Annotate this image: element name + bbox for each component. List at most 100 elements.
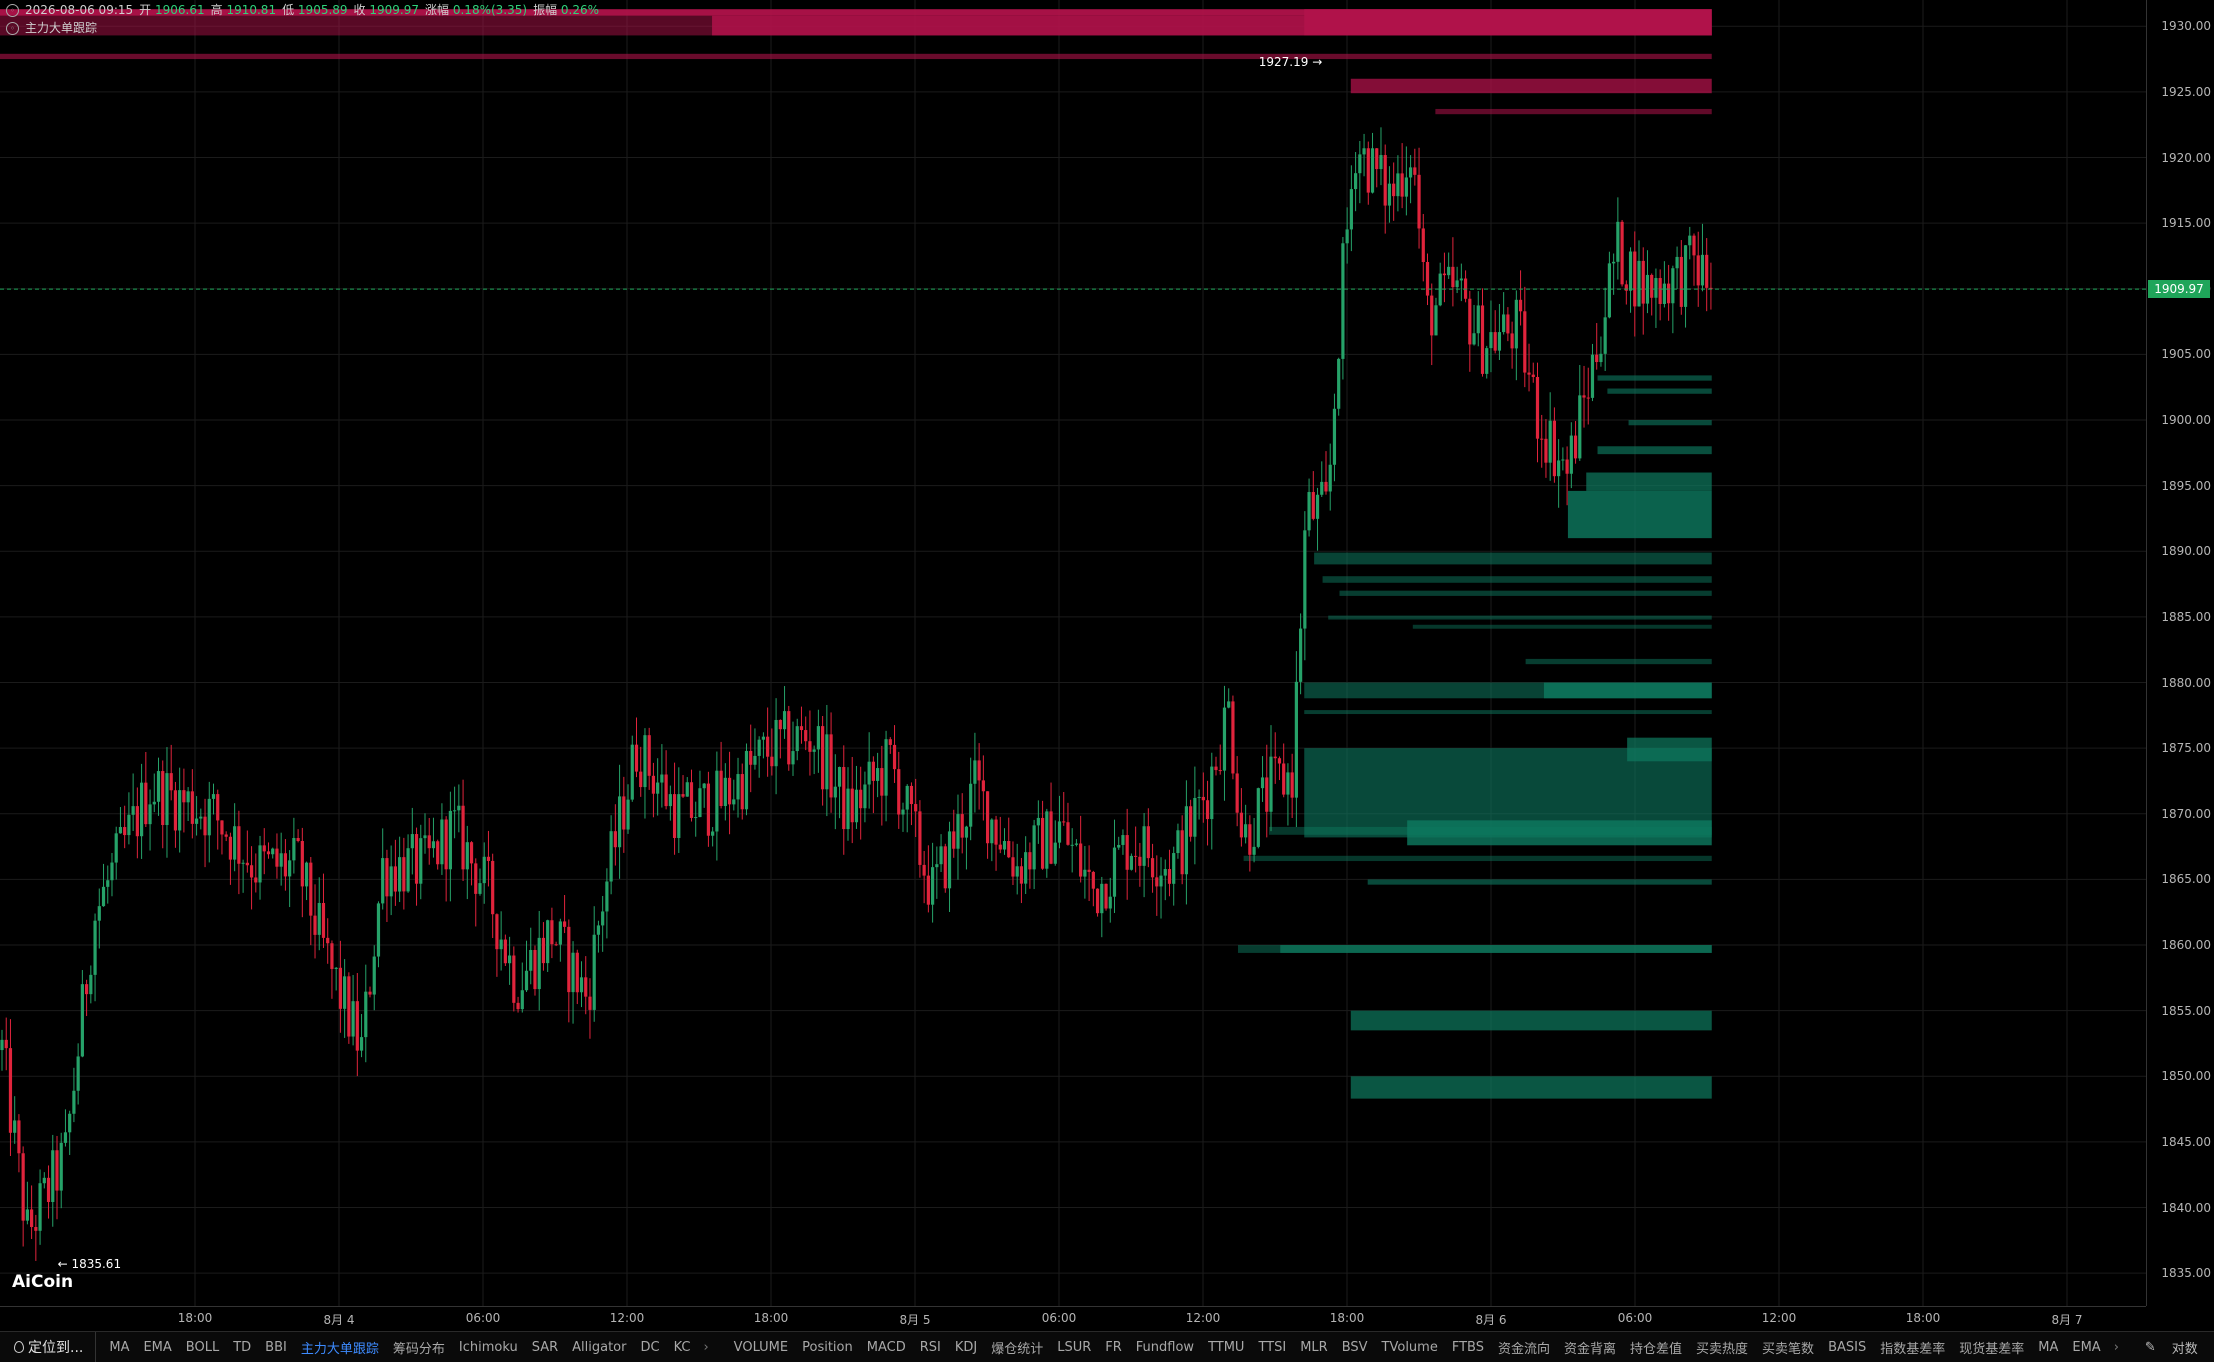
- main-indicator-button[interactable]: BBI: [258, 1340, 294, 1355]
- candlestick-chart[interactable]: [0, 0, 2146, 1306]
- sub-indicator-button[interactable]: MA: [2031, 1340, 2065, 1355]
- main-indicator-button[interactable]: BOLL: [179, 1340, 226, 1355]
- open-value: 1906.61: [154, 3, 205, 17]
- sub-indicator-button[interactable]: RSI: [913, 1340, 948, 1355]
- candle-body: [1599, 353, 1603, 363]
- main-indicator-button[interactable]: KC: [667, 1340, 698, 1355]
- price-axis[interactable]: 1930.001925.001920.001915.001910.001905.…: [2146, 0, 2214, 1306]
- sub-indicator-button[interactable]: VOLUME: [727, 1340, 795, 1355]
- candle-body: [1514, 299, 1518, 349]
- sub-indicator-button[interactable]: 资金背离: [1557, 1338, 1623, 1357]
- candle-body: [579, 977, 584, 993]
- candle-body: [1654, 278, 1658, 298]
- sub-indicator-button[interactable]: BSV: [1335, 1340, 1375, 1355]
- candle-body: [1150, 858, 1155, 878]
- sub-indicator-button[interactable]: 买卖笔数: [1755, 1338, 1821, 1357]
- candle-body: [220, 820, 224, 835]
- candle-body: [68, 1113, 72, 1133]
- time-tick-label: 06:00: [1041, 1311, 1077, 1325]
- candle-body: [770, 756, 774, 767]
- candle-body: [46, 1177, 51, 1203]
- high-label: 高: [210, 3, 223, 17]
- candle-body: [376, 903, 381, 957]
- locate-button[interactable]: 定位到...: [0, 1332, 97, 1362]
- candle-body: [558, 921, 562, 945]
- eye-icon[interactable]: ◦: [6, 21, 19, 35]
- sub-indicator-button[interactable]: EMA: [2065, 1340, 2107, 1355]
- time-axis[interactable]: 18:00 8月 4 06:00 12:00 18:00 8月 5 06:00 12:00 18…: [0, 1306, 2146, 1329]
- main-indicator-button[interactable]: MA: [102, 1340, 136, 1355]
- main-indicator-button[interactable]: 筹码分布: [386, 1338, 452, 1357]
- candle-body: [1434, 305, 1438, 336]
- chart-area[interactable]: ◦ 2026-08-06 09:15 开 1906.61 高 1910.81 低…: [0, 0, 2146, 1306]
- sell-wall: [1435, 108, 1712, 115]
- candle-body: [1057, 821, 1062, 843]
- candle-body: [601, 911, 605, 926]
- price-tick-label: 1885.00: [2161, 609, 2211, 624]
- logo-text: AiCoin: [12, 1272, 74, 1292]
- amplitude-value: 0.26%: [560, 3, 600, 17]
- scale-control-button[interactable]: %: [2206, 1340, 2214, 1355]
- sub-indicator-button[interactable]: LSUR: [1050, 1340, 1098, 1355]
- main-indicator-button[interactable]: TD: [226, 1340, 258, 1355]
- indicator-title[interactable]: 主力大单跟踪: [25, 19, 97, 37]
- candle-body: [359, 1037, 364, 1051]
- scale-control-button[interactable]: 对数: [2164, 1338, 2206, 1357]
- sub-indicator-button[interactable]: BASIS: [1821, 1340, 1873, 1355]
- chevron-right-icon[interactable]: ›: [697, 1340, 714, 1355]
- candle-body: [72, 1090, 76, 1114]
- main-indicator-button[interactable]: SAR: [525, 1340, 565, 1355]
- candle-body: [1362, 148, 1366, 155]
- candle-body: [317, 902, 321, 935]
- time-tick-label: 12:00: [609, 1311, 645, 1325]
- chevron-right-icon[interactable]: ›: [2108, 1340, 2125, 1355]
- price-tick-label: 1930.00: [2161, 19, 2211, 34]
- main-indicator-button[interactable]: 主力大单跟踪: [294, 1338, 386, 1357]
- eye-icon[interactable]: ◦: [6, 3, 19, 17]
- candle-body: [694, 817, 698, 819]
- sub-indicator-button[interactable]: 指数基差率: [1873, 1338, 1952, 1357]
- candle-body: [689, 782, 694, 818]
- candle-body: [854, 789, 859, 823]
- price-tick-label: 1925.00: [2161, 84, 2211, 99]
- sub-indicator-button[interactable]: 买卖热度: [1689, 1338, 1755, 1357]
- candle-body: [393, 866, 397, 892]
- candle-body: [436, 841, 440, 865]
- sub-indicator-button[interactable]: MLR: [1293, 1340, 1335, 1355]
- sub-indicator-button[interactable]: 爆仓统计: [984, 1338, 1050, 1357]
- main-indicator-button[interactable]: Alligator: [565, 1340, 633, 1355]
- main-indicator-button[interactable]: Ichimoku: [452, 1340, 525, 1355]
- sub-indicator-button[interactable]: Position: [795, 1340, 860, 1355]
- candle-body: [1167, 869, 1172, 884]
- sub-indicator-button[interactable]: 资金流向: [1491, 1338, 1557, 1357]
- sub-indicator-button[interactable]: TTSI: [1251, 1340, 1293, 1355]
- edit-icon[interactable]: ✎: [2137, 1340, 2164, 1355]
- sub-indicator-button[interactable]: KDJ: [948, 1340, 984, 1355]
- candle-body: [795, 726, 799, 752]
- high-annotation: 1927.19 →: [1258, 55, 1323, 70]
- open-label: 开: [139, 3, 152, 17]
- candle-body: [533, 949, 537, 990]
- main-indicator-button[interactable]: DC: [633, 1340, 666, 1355]
- sub-indicator-button[interactable]: FR: [1098, 1340, 1129, 1355]
- candle-body: [410, 834, 414, 849]
- candle-body: [1286, 772, 1290, 795]
- candle-body: [1260, 777, 1265, 789]
- sub-indicator-button[interactable]: FTBS: [1445, 1340, 1491, 1355]
- candle-body: [914, 804, 918, 812]
- sub-indicator-button[interactable]: TTMU: [1201, 1340, 1251, 1355]
- candle-body: [275, 848, 279, 867]
- sub-indicator-button[interactable]: Fundflow: [1129, 1340, 1201, 1355]
- candle-body: [1404, 177, 1408, 197]
- time-tick-label: 18:00: [1329, 1311, 1365, 1325]
- candle-body: [867, 761, 871, 785]
- sub-indicator-button[interactable]: MACD: [860, 1340, 913, 1355]
- sub-indicator-button[interactable]: 持仓差值: [1623, 1338, 1689, 1357]
- candle-body: [956, 814, 960, 849]
- sub-indicator-button[interactable]: TVolume: [1375, 1340, 1445, 1355]
- main-indicator-button[interactable]: EMA: [136, 1340, 178, 1355]
- candle-body: [939, 846, 943, 865]
- candle-body: [1370, 148, 1375, 193]
- sub-indicator-button[interactable]: 现货基差率: [1952, 1338, 2031, 1357]
- candle-body: [1349, 189, 1353, 230]
